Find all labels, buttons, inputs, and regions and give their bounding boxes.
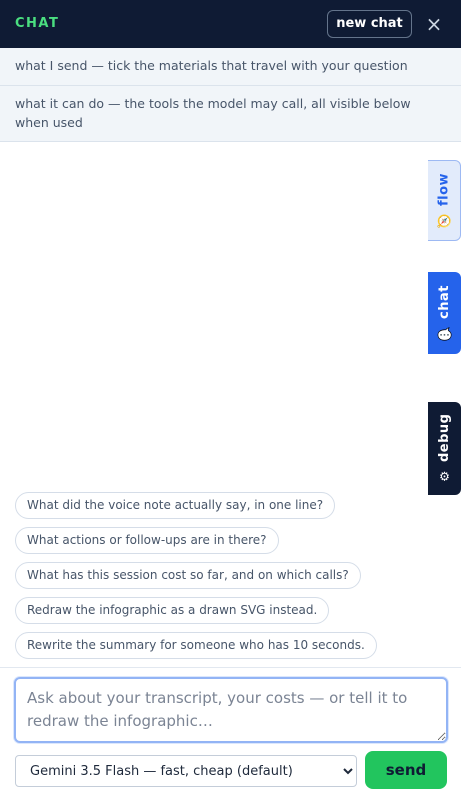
- what-i-send-section[interactable]: what I send — tick the materials that tr…: [0, 48, 461, 86]
- suggestion-chip[interactable]: What has this session cost so far, and o…: [15, 562, 361, 589]
- chat-header: CHAT new chat ×: [0, 0, 461, 48]
- tab-chat[interactable]: 💬 chat: [428, 272, 461, 354]
- tab-flow[interactable]: 🧭 flow: [428, 160, 461, 241]
- suggestion-chip[interactable]: What actions or follow-ups are in there?: [15, 527, 279, 554]
- chat-bubble-icon: 💬: [437, 325, 452, 341]
- suggestion-chip[interactable]: Rewrite the summary for someone who has …: [15, 632, 377, 659]
- close-icon[interactable]: ×: [423, 12, 445, 36]
- composer-divider: [0, 667, 461, 668]
- tab-chat-label: chat: [437, 285, 452, 320]
- tab-debug[interactable]: ⚙ debug: [428, 402, 461, 495]
- gear-icon: ⚙: [437, 468, 452, 484]
- compass-icon: 🧭: [437, 212, 451, 228]
- what-it-can-do-section[interactable]: what it can do — the tools the model may…: [0, 86, 461, 142]
- header-title: CHAT: [15, 16, 60, 31]
- send-button[interactable]: send: [365, 751, 447, 789]
- message-input[interactable]: [14, 677, 448, 743]
- suggestion-chip[interactable]: What did the voice note actually say, in…: [15, 492, 336, 519]
- new-chat-button[interactable]: new chat: [327, 10, 412, 38]
- model-select[interactable]: Gemini 3.5 Flash — fast, cheap (default): [15, 755, 357, 787]
- tab-debug-label: debug: [437, 414, 452, 463]
- suggestion-chip[interactable]: Redraw the infographic as a drawn SVG in…: [15, 597, 330, 624]
- tab-flow-label: flow: [436, 173, 452, 207]
